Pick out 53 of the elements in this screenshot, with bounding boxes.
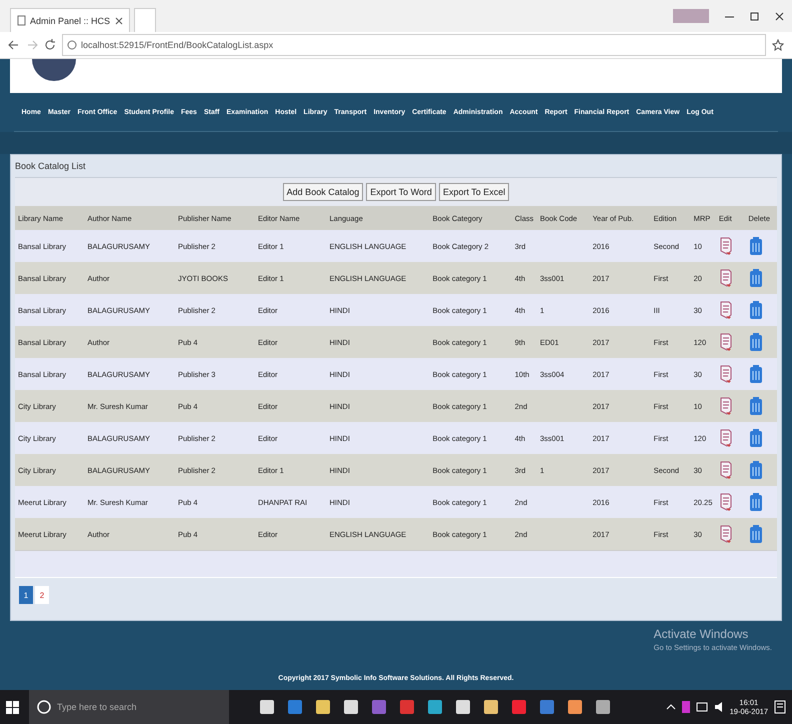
bin-icon[interactable] <box>748 236 764 256</box>
maximize-icon[interactable] <box>750 12 759 20</box>
edit-document-icon[interactable] <box>718 524 733 544</box>
app-icon[interactable] <box>483 699 499 715</box>
chevron-up-icon[interactable] <box>666 703 676 711</box>
speaker-icon[interactable] <box>714 701 724 713</box>
reload-icon[interactable] <box>44 39 56 51</box>
app-icon[interactable] <box>595 699 611 715</box>
star-icon[interactable] <box>772 39 784 51</box>
edit-document-icon[interactable] <box>718 492 733 512</box>
close-icon[interactable] <box>115 16 123 24</box>
app-icon[interactable] <box>315 699 331 715</box>
notification-icon[interactable] <box>774 700 786 714</box>
activation-title: Activate Windows <box>654 627 750 641</box>
action-button[interactable]: Add Book Catalog <box>282 183 364 201</box>
address-bar[interactable]: localhost:52915/FrontEnd/BookCatalogList.aspx <box>62 34 766 56</box>
network-icon[interactable] <box>696 701 708 713</box>
app-icon[interactable] <box>259 699 275 715</box>
edit-document-icon[interactable] <box>718 396 733 416</box>
bin-icon[interactable] <box>748 524 764 544</box>
bin-icon[interactable] <box>748 332 764 352</box>
edit-document-icon[interactable] <box>718 364 733 384</box>
url-text: localhost:52915/FrontEnd/BookCatalogList.aspx <box>81 40 274 50</box>
back-icon[interactable] <box>8 39 20 51</box>
close-icon[interactable] <box>775 12 784 20</box>
info-icon <box>67 40 77 50</box>
page-link[interactable]: 1 <box>19 586 33 604</box>
bin-icon[interactable] <box>748 492 764 512</box>
search-placeholder: Type here to search <box>57 702 137 712</box>
edit-document-icon[interactable] <box>718 268 733 288</box>
taskbar-search-field[interactable]: Type here to search <box>29 690 229 724</box>
edit-document-icon[interactable] <box>718 300 733 320</box>
circle-icon <box>37 700 51 714</box>
app-icon[interactable] <box>427 699 443 715</box>
bin-icon[interactable] <box>748 268 764 288</box>
bin-icon[interactable] <box>748 460 764 480</box>
edit-document-icon[interactable] <box>718 460 733 480</box>
browser-tab[interactable]: Admin Panel :: HCS <box>10 8 130 32</box>
edit-document-icon[interactable] <box>718 428 733 448</box>
edit-document-icon[interactable] <box>718 332 733 352</box>
bin-icon[interactable] <box>748 428 764 448</box>
page-icon <box>17 15 26 26</box>
bin-icon[interactable] <box>748 396 764 416</box>
app-icon[interactable] <box>455 699 471 715</box>
app-icon[interactable] <box>343 699 359 715</box>
action-button[interactable]: Export To Word <box>366 183 436 201</box>
edit-document-icon[interactable] <box>718 236 733 256</box>
page-link[interactable]: 2 <box>35 586 49 604</box>
app-icon[interactable] <box>567 699 583 715</box>
action-button[interactable]: Export To Excel <box>438 183 510 201</box>
bin-icon[interactable] <box>748 364 764 384</box>
bin-icon[interactable] <box>748 300 764 320</box>
windows-start-icon[interactable] <box>6 700 19 714</box>
